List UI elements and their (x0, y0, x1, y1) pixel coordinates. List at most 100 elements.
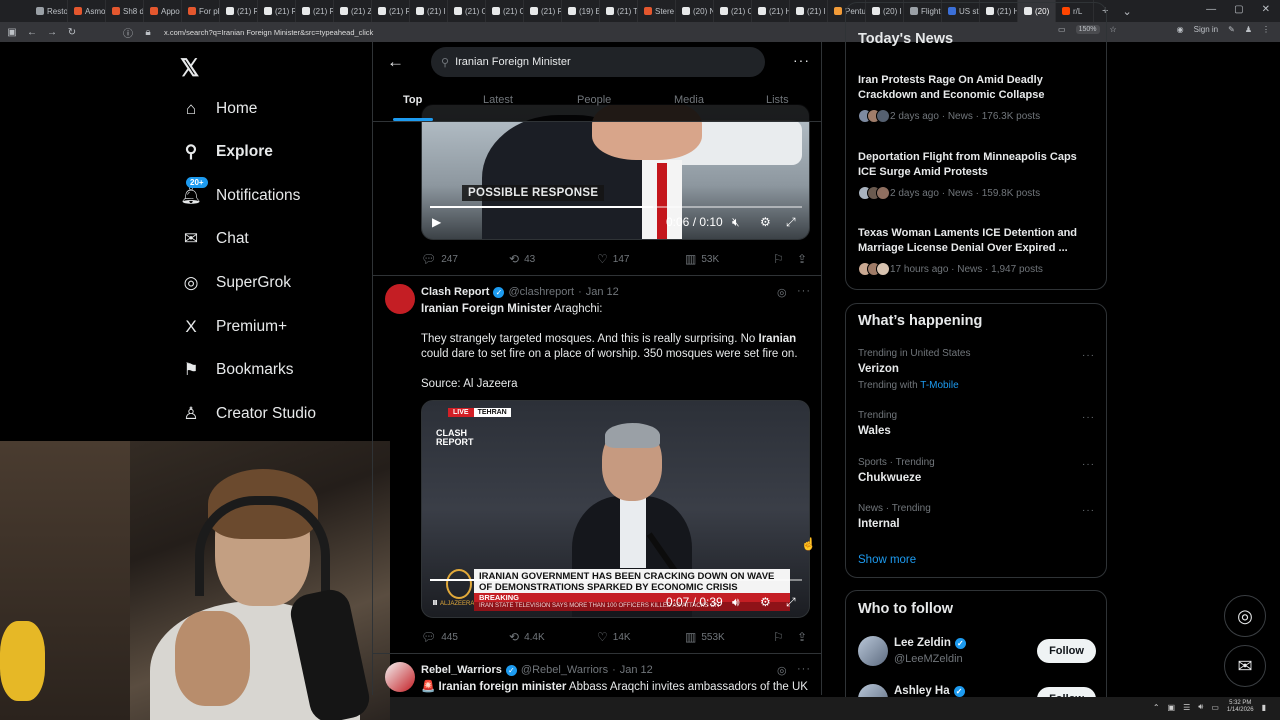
browser-tab[interactable]: (20) N (676, 0, 714, 22)
browser-tab[interactable]: (21) R (524, 0, 562, 22)
video-progress-bar[interactable] (430, 579, 802, 581)
share-button[interactable]: ⇪ (797, 252, 807, 266)
nav-supergrok[interactable]: ◎ SuperGrok (180, 268, 291, 298)
trend-more-icon[interactable]: ··· (1082, 459, 1095, 470)
tweet-date[interactable]: Jan 12 (586, 286, 619, 298)
share-button[interactable]: ⇪ (797, 630, 807, 644)
trend-name[interactable]: Internal (858, 518, 900, 530)
reply-button[interactable]: 💬︎ 247 (421, 252, 458, 266)
tab-people[interactable]: People (577, 94, 611, 106)
author-name[interactable]: Clash Report (421, 286, 489, 298)
settings-gear-icon[interactable]: ⚙ (760, 595, 771, 609)
repost-button[interactable]: ⟲ 43 (509, 252, 535, 266)
browser-tab[interactable]: (21) R (296, 0, 334, 22)
search-input[interactable]: ⚲ Iranian Foreign Minister (431, 47, 765, 77)
notification-center-icon[interactable]: ▮ (1262, 703, 1266, 712)
browser-tab[interactable]: (21) O (714, 0, 752, 22)
browser-tab[interactable]: (19) E (562, 0, 600, 22)
browser-tab[interactable]: (21) T (600, 0, 638, 22)
site-info-icon[interactable]: ⓘ (120, 25, 136, 40)
nav-explore[interactable]: ⚲ Explore (180, 137, 273, 167)
play-icon[interactable]: ▶ (432, 215, 441, 229)
browser-tab[interactable]: (21) R (372, 0, 410, 22)
views-button[interactable]: ▥ 553K (685, 630, 725, 644)
profile-icon[interactable]: ◉ (1177, 25, 1184, 34)
user-handle[interactable]: @LeeMZeldin (894, 653, 963, 665)
pause-icon[interactable]: ⏸ (432, 595, 438, 610)
bookmark-button[interactable]: ⚐ (773, 630, 784, 644)
trend-with-link[interactable]: T-Mobile (920, 380, 958, 391)
browser-tab[interactable]: (21) R (220, 0, 258, 22)
author-handle[interactable]: @clashreport (508, 286, 574, 298)
tray-battery-icon[interactable]: ▭ (1211, 703, 1219, 712)
like-button[interactable]: ♡ 147 (597, 252, 629, 266)
browser-tab[interactable]: (21) H (752, 0, 790, 22)
grok-icon[interactable]: ◎ (777, 664, 787, 677)
search-query[interactable]: Iranian Foreign Minister (455, 56, 571, 68)
repost-button[interactable]: ⟲ 4.4K (509, 630, 545, 644)
video-progress-bar[interactable] (430, 206, 802, 208)
nav-chat[interactable]: ✉ Chat (180, 224, 249, 254)
tweet-date[interactable]: Jan 12 (620, 664, 653, 676)
tab-list-button[interactable]: ⌄ (1122, 5, 1131, 18)
news-item-title[interactable]: Deportation Flight from Minneapolis Caps… (858, 150, 1088, 180)
tab-media[interactable]: Media (674, 94, 704, 106)
browser-tab[interactable]: Stere (638, 0, 676, 22)
browser-tab[interactable]: (21) R (258, 0, 296, 22)
video-player-1[interactable]: POSSIBLE RESPONSE ▶ 0:06 / 0:10 🔇︎ ⚙ ⤢ (421, 104, 810, 240)
author-name[interactable]: Rebel_Warriors (421, 664, 502, 676)
browser-tab[interactable]: (21) Z (334, 0, 372, 22)
clock[interactable]: 5:32 PM 1/14/2026 (1227, 700, 1254, 714)
browser-tab[interactable]: (21) I (410, 0, 448, 22)
tray-wifi-icon[interactable]: ☰ (1183, 703, 1190, 712)
nav-creator-studio[interactable]: ♙ Creator Studio (180, 399, 316, 429)
fullscreen-icon[interactable]: ⤢ (786, 215, 796, 230)
mute-icon[interactable]: 🔇︎ (732, 215, 740, 230)
browser-tab[interactable]: Appo (144, 0, 182, 22)
close-window-icon[interactable]: ✕ (1262, 4, 1270, 15)
sidebar-toggle-icon[interactable]: ▣ (4, 27, 20, 38)
browser-tab[interactable]: (21) I (790, 0, 828, 22)
browser-tab[interactable]: (21) O (486, 0, 524, 22)
nav-premium[interactable]: X Premium+ (180, 312, 287, 342)
nav-bookmarks[interactable]: ⚑ Bookmarks (180, 355, 293, 385)
news-item-title[interactable]: Iran Protests Rage On Amid Deadly Crackd… (858, 73, 1088, 103)
browser-tab[interactable]: Sh8 d (106, 0, 144, 22)
search-options-icon[interactable]: ··· (793, 52, 810, 68)
nav-home[interactable]: ⌂ Home (180, 94, 258, 124)
volume-icon[interactable]: 🔊︎ (732, 595, 740, 610)
user-name[interactable]: Ashley Ha ✓ (894, 685, 965, 697)
like-button[interactable]: ♡ 14K (597, 630, 631, 644)
bookmark-star-icon[interactable]: ☆ (1110, 25, 1117, 34)
author-handle[interactable]: @Rebel_Warriors (521, 664, 608, 676)
tray-network-icon[interactable]: ▣ (1168, 703, 1176, 712)
browser-tab[interactable]: (21) O (448, 0, 486, 22)
show-more-link[interactable]: Show more (858, 554, 916, 566)
follow-button[interactable]: Follow (1037, 639, 1096, 663)
browser-tab[interactable]: Asmo (68, 0, 106, 22)
user-name[interactable]: Lee Zeldin ✓ (894, 637, 966, 649)
browser-tab[interactable]: For pl (182, 0, 220, 22)
trend-more-icon[interactable]: ··· (1082, 350, 1095, 361)
tab-lists[interactable]: Lists (766, 94, 789, 106)
rebel-warriors-avatar[interactable] (385, 662, 415, 692)
fullscreen-icon[interactable]: ⤢ (786, 595, 796, 610)
sign-in-label[interactable]: Sign in (1194, 25, 1218, 34)
extensions-icon[interactable]: ✎ (1228, 25, 1235, 34)
back-icon[interactable]: ← (24, 27, 40, 38)
clash-report-avatar[interactable] (385, 284, 415, 314)
profile-avatar-icon[interactable]: ♟ (1245, 25, 1252, 34)
tab-latest[interactable]: Latest (483, 94, 513, 106)
browser-tab[interactable]: Resto (30, 0, 68, 22)
tweet-more-icon[interactable]: ··· (797, 285, 811, 297)
trend-name[interactable]: Chukwueze (858, 472, 921, 484)
messages-fab-icon[interactable]: ✉ (1224, 645, 1266, 687)
maximize-icon[interactable]: ▢ (1234, 4, 1243, 15)
tray-volume-icon[interactable]: 🔊︎ (1198, 702, 1203, 712)
trend-more-icon[interactable]: ··· (1082, 412, 1095, 423)
bookmark-button[interactable]: ⚐ (773, 252, 784, 266)
tray-chevron-icon[interactable]: ⌃ (1153, 703, 1160, 712)
nav-notifications[interactable]: 🔔︎ 20+ Notifications (180, 177, 300, 211)
grok-icon[interactable]: ◎ (777, 286, 787, 299)
reply-button[interactable]: 💬︎ 445 (421, 630, 458, 644)
